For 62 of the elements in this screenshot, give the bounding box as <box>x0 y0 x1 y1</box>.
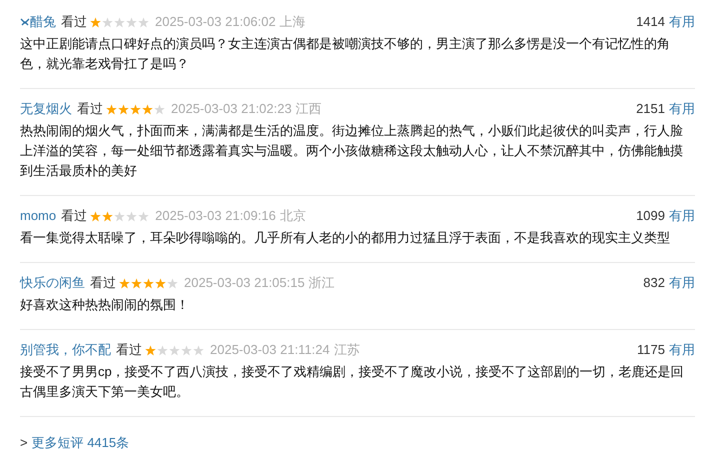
star-icon <box>106 104 117 114</box>
star-icon <box>102 210 114 222</box>
star-icon <box>145 344 156 356</box>
comment-text: 这中正剧能请点口碑好点的演员吗？女主连演古偶都是被嘲演技不够的，男主演了那么多愣是没一个有记忆性的角色，就光靠老戏骨扛了是吗？ <box>20 35 671 73</box>
comment-time: 2025-03-03 21:09:16 <box>155 207 276 225</box>
star-icon <box>181 344 192 356</box>
star-icon <box>154 104 165 114</box>
arrow-glyph: > <box>20 434 28 452</box>
comment-time: 2025-03-03 21:05:15 <box>184 274 305 292</box>
star-icon <box>169 344 180 356</box>
comment-location: 江西 <box>296 100 322 118</box>
star-icon <box>157 344 168 356</box>
comment-text: 热热闹闹的烟火气，扑面而来，满满都是生活的温度。街边摊位上蒸腾起的热气，小贩们此起彼伏的叫卖声，行人脸上洋溢的笑容，每一处细节都透露着真实与温暖。两个小孩做糖稀这段太触动人心，让人不禁沉醉其中，仿佛能触摸到生活最质朴的美好 <box>20 122 684 180</box>
star-icon <box>114 16 125 28</box>
star-icon <box>155 278 166 288</box>
comment-time: 2025-03-03 21:02:23 <box>171 100 292 118</box>
star-icon <box>126 16 137 28</box>
star-icon <box>193 344 204 356</box>
star-icon <box>131 278 142 288</box>
star-icon <box>119 278 130 288</box>
username-link[interactable]: 醋兔 <box>30 12 56 32</box>
username-link[interactable]: 快乐の闲鱼 <box>20 273 85 293</box>
useful-link[interactable]: 有用 <box>669 12 695 32</box>
useful-link[interactable]: 有用 <box>669 206 695 226</box>
star-icon <box>130 104 141 114</box>
comment-text: 看一集觉得太聒噪了，耳朵吵得嗡嗡的。几乎所有人老的小的都用力过猛且浮于表面，不是我喜欢的现实主义类型 <box>20 229 671 247</box>
star-icon <box>90 210 102 222</box>
star-icon <box>90 16 101 28</box>
comment-text: 接受不了男男cp，接受不了西八演技，接受不了戏精编剧，接受不了魔改小说，接受不了这部剧的一切，老鹿还是回古偶里多演天下第一美女吧。 <box>20 363 685 401</box>
comment-location: 北京 <box>280 207 306 225</box>
vote-count: 1099 <box>636 207 665 225</box>
useful-link[interactable]: 有用 <box>669 273 695 293</box>
vote-count: 2151 <box>636 100 665 118</box>
username-link[interactable]: momo <box>20 206 56 226</box>
comment-time: 2025-03-03 21:11:24 <box>210 341 330 359</box>
star-icon <box>118 104 129 114</box>
vote-count: 1175 <box>637 341 665 359</box>
star-icon <box>143 278 154 288</box>
comment-time: 2025-03-03 21:06:02 <box>155 13 276 31</box>
vote-count: 1414 <box>636 13 665 31</box>
username-link[interactable]: 无复烟火 <box>20 99 72 119</box>
comment-location: 浙江 <box>308 274 335 292</box>
username-link[interactable]: 别管我，你不配 <box>20 340 111 360</box>
useful-link[interactable]: 有用 <box>669 99 695 119</box>
watched-status: 看过 <box>61 207 88 225</box>
star-icon <box>102 16 113 28</box>
vote-count: 832 <box>643 274 665 292</box>
star-icon <box>138 210 150 222</box>
star-icon <box>138 16 149 28</box>
watched-status: 看过 <box>90 274 116 292</box>
star-icon <box>142 104 153 114</box>
useful-link[interactable]: 有用 <box>669 340 695 360</box>
watched-status: 看过 <box>116 341 142 359</box>
watched-status: 看过 <box>61 13 87 31</box>
watched-status: 看过 <box>77 100 103 118</box>
star-icon <box>167 278 178 288</box>
star-icon <box>114 210 126 222</box>
comment-location: 上海 <box>280 13 306 31</box>
comment-text: 好喜欢这种热热闹闹的氛围！ <box>20 296 190 314</box>
comment-location: 江苏 <box>334 341 360 359</box>
star-icon <box>126 210 138 222</box>
more-comments-link[interactable]: 更多短评 4415条 <box>32 433 130 453</box>
